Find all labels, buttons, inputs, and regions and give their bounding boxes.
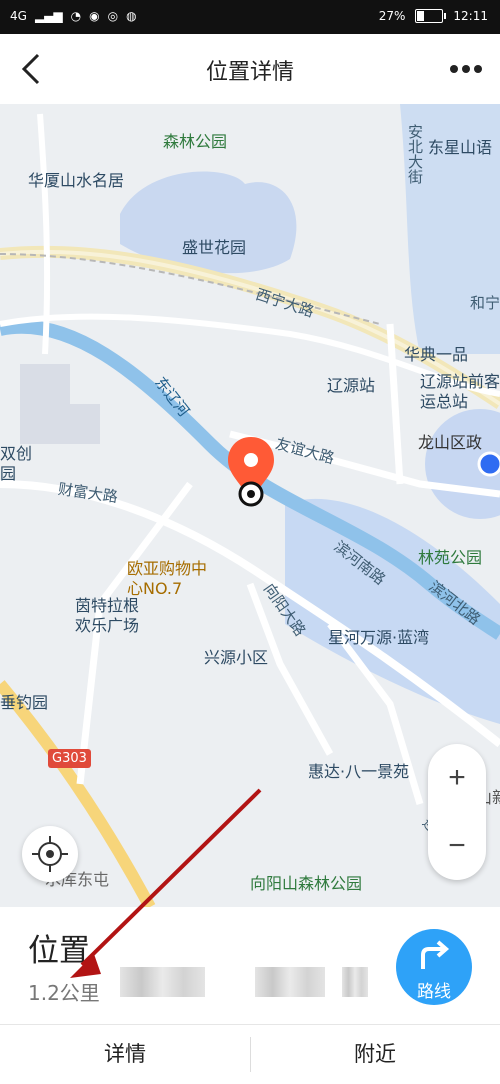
map-label-hening: 和宁	[470, 294, 500, 312]
status-bar: 4G ▂▄▆ ◔ ◉ ◎ ◍ 27% 12:11	[0, 0, 500, 34]
route-label: 路线	[417, 982, 451, 1001]
battery-percent: 27%	[378, 9, 406, 23]
signal-label: 4G	[10, 9, 27, 23]
wechat-icon: ◎	[107, 9, 119, 23]
tab-details[interactable]: 详情	[0, 1025, 250, 1084]
map-label-ouya: 欧亚购物中心NO.7	[127, 559, 208, 598]
map-label-huida: 惠达·八一景苑	[308, 762, 410, 781]
locate-button[interactable]	[22, 826, 78, 882]
more-icon	[450, 65, 482, 73]
signal-icon: ▂▄▆	[34, 9, 63, 23]
map-label-xingyuan: 兴源小区	[204, 648, 269, 667]
blurred-address-segment	[255, 967, 325, 997]
map-label-xinghe: 星河万源·蓝湾	[328, 628, 430, 647]
map-label-forest-park: 森林公园	[163, 132, 228, 151]
zoom-out-button[interactable]: −	[428, 812, 486, 880]
map-canvas	[0, 104, 500, 907]
map-label-huadian: 华典一品	[404, 345, 469, 364]
map-label-dongxing: 东星山语	[428, 138, 493, 157]
top-navigation: 位置详情	[0, 34, 500, 104]
map-label-longshan-gov: 龙山区政	[418, 433, 483, 452]
map-label-shuangchuang: 双创园	[0, 444, 33, 483]
clock: 12:11	[453, 9, 488, 23]
map-label-xiangyang-park: 向阳山森林公园	[250, 874, 363, 893]
location-info-panel: 位置 1.2公里 路线	[0, 907, 500, 1024]
app-icon: ◍	[126, 9, 137, 23]
status-left: 4G ▂▄▆ ◔ ◉ ◎ ◍	[10, 8, 137, 24]
zoom-control: + −	[428, 744, 486, 880]
map-label-anbei: 安北大街	[406, 124, 424, 184]
map-label-linyuan-park: 林苑公园	[418, 548, 483, 567]
tab-nearby[interactable]: 附近	[250, 1025, 500, 1084]
blurred-address-segment	[120, 967, 205, 997]
map-label-g303: G303	[48, 749, 91, 768]
distance-text: 1.2公里	[28, 981, 100, 1005]
bottom-tabs: 详情 附近	[0, 1024, 500, 1084]
status-right: 27% 12:11	[379, 8, 488, 24]
battery-icon	[415, 9, 447, 23]
map-label-bus-terminal: 辽源站前客运总站	[420, 372, 500, 411]
eye-icon: ◉	[89, 9, 100, 23]
route-button[interactable]: 路线	[396, 929, 472, 1005]
map-label-huaxia: 华厦山水名居	[28, 171, 125, 190]
map-label-liaoyuan-station: 辽源站	[327, 376, 376, 395]
more-button[interactable]	[446, 52, 486, 86]
page-title: 位置详情	[205, 60, 294, 85]
blurred-address-segment	[342, 967, 368, 997]
zoom-in-button[interactable]: +	[428, 744, 486, 812]
wifi-icon: ◔	[70, 9, 82, 23]
map-label-interlaken: 茵特拉根欢乐广场	[75, 596, 140, 635]
map-label-chuidiao: 垂钓园	[0, 693, 49, 712]
place-title: 位置	[28, 933, 90, 969]
map-label-shengshi: 盛世花园	[182, 238, 247, 257]
crosshair-icon	[32, 836, 68, 872]
route-arrow-icon	[421, 940, 450, 969]
map-view[interactable]: 森林公园 华厦山水名居 盛世花园 东星山语 安北大街 西宁大路 和宁 华典一品 …	[0, 104, 500, 907]
